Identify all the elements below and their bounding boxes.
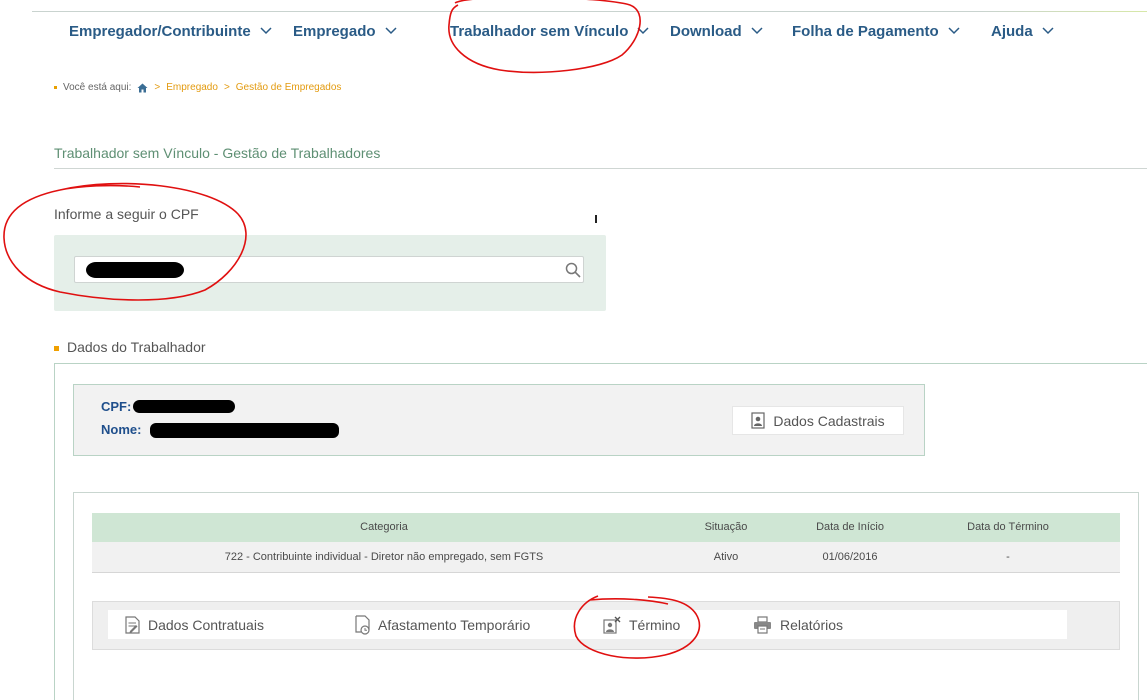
redaction-mark: [150, 423, 339, 438]
cpf-label: Informe a seguir o CPF: [54, 206, 199, 222]
nav-label: Empregado: [293, 22, 376, 40]
nav-ajuda[interactable]: Ajuda: [991, 20, 1055, 42]
breadcrumb-empregado[interactable]: Empregado: [166, 82, 218, 93]
cell-data-inicio: 01/06/2016: [822, 551, 878, 563]
user-remove-icon: [603, 616, 621, 634]
cell-data-termino: -: [1006, 551, 1010, 563]
document-clock-icon: [355, 614, 370, 635]
redaction-mark: [86, 262, 184, 278]
cpf-field-label: CPF:: [101, 399, 132, 414]
table-header-situacao: Situação: [704, 521, 748, 533]
nav-label: Trabalhador sem Vínculo: [450, 22, 629, 40]
dados-cadastrais-label: Dados Cadastrais: [773, 412, 885, 429]
breadcrumb-prefix: Você está aqui:: [63, 82, 132, 93]
nav-label: Download: [670, 22, 742, 40]
table-header-data-inicio: Data de Início: [816, 521, 884, 533]
chevron-down-icon: [260, 27, 272, 35]
redaction-mark: [133, 400, 235, 413]
nav-download[interactable]: Download: [670, 20, 764, 42]
relatorios-label: Relatórios: [780, 616, 844, 633]
dados-contratuais-button[interactable]: Dados Contratuais: [125, 610, 264, 639]
chevron-down-icon: [1042, 27, 1054, 35]
breadcrumb: Você está aqui: > Empregado > Gestão de …: [54, 82, 341, 93]
table-header-data-termino: Data do Término: [967, 521, 1049, 533]
section-title-dados-trabalhador: Dados do Trabalhador: [67, 339, 206, 355]
nav-label: Folha de Pagamento: [792, 22, 939, 40]
nav-label: Ajuda: [991, 22, 1033, 40]
document-edit-icon: [125, 615, 140, 634]
dados-cadastrais-button[interactable]: Dados Cadastrais: [732, 406, 904, 435]
user-card-icon: [751, 412, 765, 429]
breadcrumb-separator: >: [154, 82, 161, 93]
breadcrumb-bullet: [54, 86, 57, 89]
printer-icon: [754, 615, 771, 634]
cell-categoria: 722 - Contribuinte individual - Diretor …: [224, 551, 544, 563]
home-icon[interactable]: [137, 83, 148, 93]
chevron-down-icon: [751, 27, 763, 35]
name-field-label: Nome:: [101, 422, 142, 437]
title-divider: [54, 168, 1147, 169]
afastamento-temporario-label: Afastamento Temporário: [378, 616, 531, 633]
breadcrumb-separator: >: [223, 82, 230, 93]
page-title: Trabalhador sem Vínculo - Gestão de Trab…: [54, 145, 381, 161]
termino-label: Término: [629, 616, 681, 633]
breadcrumb-gestao-empregados[interactable]: Gestão de Empregados: [236, 82, 342, 93]
table-header-categoria: Categoria: [360, 521, 408, 533]
termino-button[interactable]: Término: [603, 610, 680, 639]
search-icon: [565, 262, 581, 278]
top-divider: [32, 11, 1147, 12]
nav-trabalhador-sem-vinculo[interactable]: Trabalhador sem Vínculo: [450, 20, 650, 42]
search-button[interactable]: [562, 259, 584, 281]
afastamento-temporario-button[interactable]: Afastamento Temporário: [355, 610, 530, 639]
cell-situacao: Ativo: [713, 551, 739, 563]
chevron-down-icon: [637, 27, 649, 35]
nav-empregador-contribuinte[interactable]: Empregador/Contribuinte: [69, 20, 273, 42]
text-cursor-mark: [595, 215, 597, 223]
nav-empregado[interactable]: Empregado: [293, 20, 398, 42]
chevron-down-icon: [384, 27, 397, 35]
chevron-down-icon: [948, 27, 960, 35]
nav-label: Empregador/Contribuinte: [69, 22, 251, 40]
relatorios-button[interactable]: Relatórios: [753, 610, 843, 639]
section-bullet: [54, 346, 59, 351]
dados-contratuais-label: Dados Contratuais: [148, 616, 264, 633]
nav-folha-de-pagamento[interactable]: Folha de Pagamento: [792, 20, 961, 42]
